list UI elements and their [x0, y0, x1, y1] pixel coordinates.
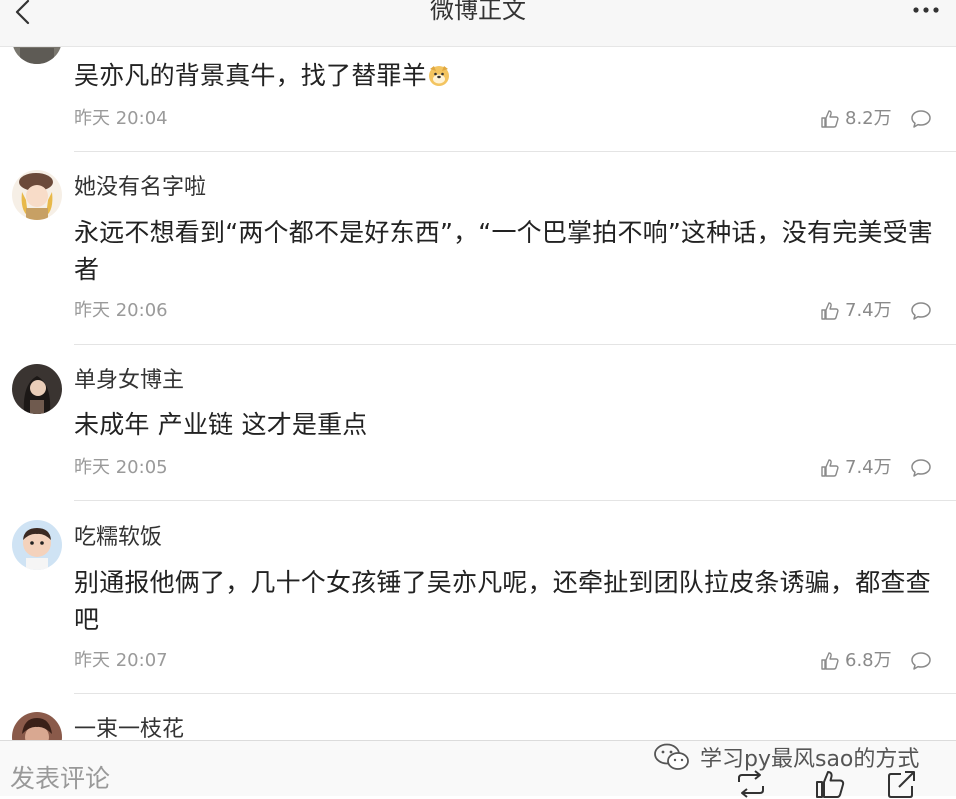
more-horizontal-icon[interactable]: [912, 6, 940, 14]
divider: [74, 693, 956, 694]
username[interactable]: 一束一枝花: [74, 716, 184, 740]
comment-text: 别通报他俩了，几十个女孩锤了吴亦凡呢，还牵扯到团队拉皮条诱骗，都查查吧: [74, 568, 931, 634]
divider: [74, 151, 956, 152]
comment-feed[interactable]: 吴亦凡的背景真牛，找了替罪羊 昨天 20:04 8.2万 她没有名字啦 永远不想…: [0, 0, 956, 740]
reply-icon[interactable]: [910, 458, 932, 478]
like-count[interactable]: 6.8万: [845, 650, 892, 672]
page-title: 微博正文: [430, 0, 526, 24]
reply-icon[interactable]: [910, 651, 932, 671]
comment-time: 昨天 20:05: [74, 457, 168, 478]
wechat-icon: [654, 743, 689, 770]
avatar[interactable]: [12, 364, 62, 414]
comment-time: 昨天 20:06: [74, 300, 168, 321]
watermark: 学习py最风sao的方式: [652, 740, 919, 774]
like-count[interactable]: 7.4万: [845, 300, 892, 322]
reply-icon[interactable]: [910, 109, 932, 129]
like-count[interactable]: 7.4万: [845, 457, 892, 479]
divider: [74, 344, 956, 345]
comment-input[interactable]: 发表评论: [10, 763, 110, 795]
avatar[interactable]: [12, 520, 62, 570]
like-count[interactable]: 8.2万: [845, 108, 892, 130]
like-icon[interactable]: [820, 458, 840, 478]
like-icon[interactable]: [820, 109, 840, 129]
reply-icon[interactable]: [910, 301, 932, 321]
divider: [74, 500, 956, 501]
avatar[interactable]: [12, 712, 62, 740]
comment-time: 昨天 20:07: [74, 650, 168, 671]
username[interactable]: 她没有名字啦: [74, 174, 206, 202]
doge-emoji-icon: [427, 60, 451, 86]
bottom-action-bar: 发表评论 学习py最风sao的方式: [0, 740, 956, 798]
comment-text: 吴亦凡的背景真牛，找了替罪羊: [74, 57, 936, 94]
avatar[interactable]: [12, 170, 62, 220]
top-navigation-bar: 微博正文: [0, 0, 956, 47]
username[interactable]: 吃糯软饭: [74, 524, 162, 552]
comment-text: 永远不想看到“两个都不是好东西”，“一个巴掌拍不响”这种话，没有完美受害者: [74, 218, 934, 284]
like-icon[interactable]: [820, 651, 840, 671]
comment-time: 昨天 20:04: [74, 108, 168, 129]
comment-text: 未成年 产业链 这才是重点: [74, 410, 368, 439]
like-icon[interactable]: [820, 301, 840, 321]
username[interactable]: 单身女博主: [74, 367, 184, 395]
